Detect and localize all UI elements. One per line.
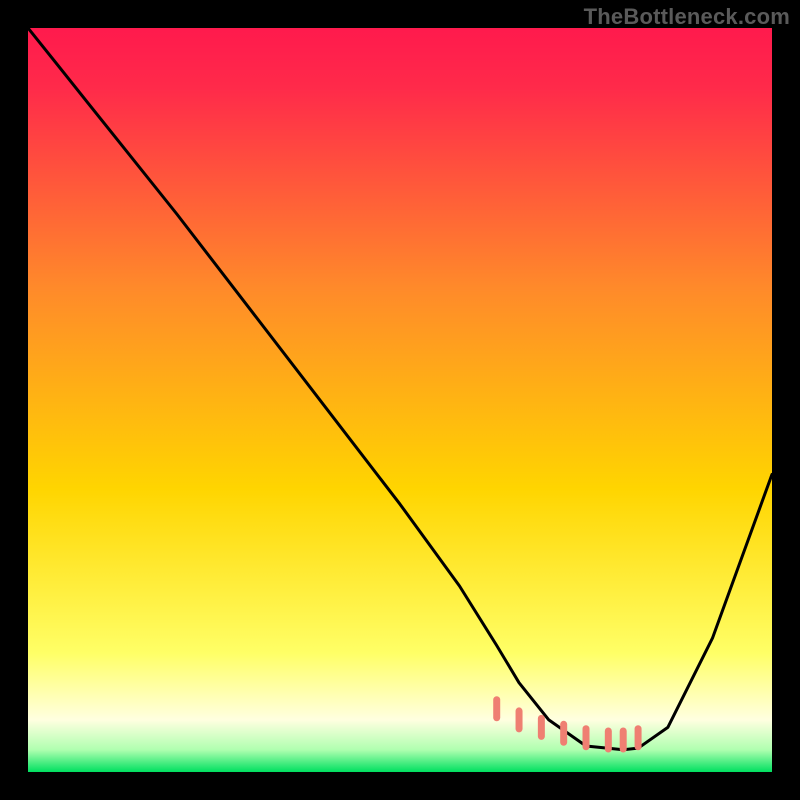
- chart-svg: [28, 28, 772, 772]
- watermark-text: TheBottleneck.com: [584, 4, 790, 30]
- chart-frame: [28, 28, 772, 772]
